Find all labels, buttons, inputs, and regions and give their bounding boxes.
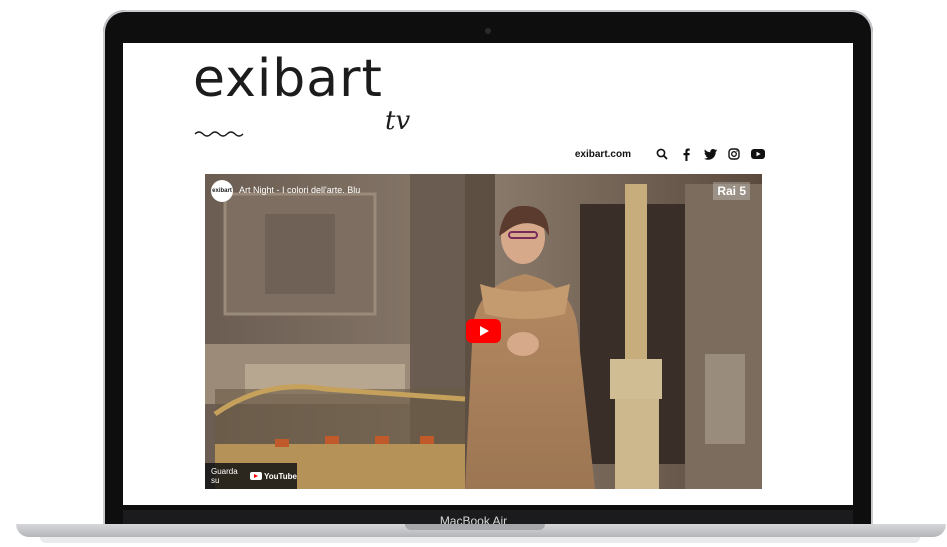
platform-label: YouTube (263, 471, 297, 481)
youtube-logo: YouTube (249, 471, 297, 481)
watch-on-youtube-button[interactable]: Guarda su YouTube (205, 463, 297, 489)
watch-on-label: Guarda su (211, 467, 238, 485)
youtube-play-icon (249, 472, 262, 480)
youtube-icon[interactable] (751, 147, 765, 161)
channel-watermark: Rai 5 (713, 182, 750, 200)
site-logo[interactable]: exibart (193, 49, 383, 109)
search-icon[interactable] (655, 147, 669, 161)
laptop-lid: exibart tv exibart.com exibart Art Night… (103, 10, 873, 530)
laptop-base-shadow (40, 537, 920, 543)
facebook-icon[interactable] (679, 147, 693, 161)
camera-icon (485, 28, 491, 34)
browser-screen: exibart tv exibart.com exibart Art Night… (123, 43, 853, 505)
video-player[interactable]: exibart Art Night - I colori dell'arte. … (205, 174, 762, 489)
twitter-icon[interactable] (703, 147, 717, 161)
wave-decoration-icon (194, 131, 244, 137)
instagram-icon[interactable] (727, 147, 741, 161)
play-icon (479, 326, 489, 336)
logo-tv-suffix: tv (385, 106, 411, 136)
channel-avatar[interactable]: exibart (211, 180, 233, 202)
nav-link-exibart[interactable]: exibart.com (575, 149, 631, 160)
top-navigation: exibart.com (575, 147, 765, 161)
laptop-notch (405, 524, 545, 530)
play-button[interactable] (466, 319, 501, 343)
video-title[interactable]: Art Night - I colori dell'arte. Blu (239, 185, 360, 195)
